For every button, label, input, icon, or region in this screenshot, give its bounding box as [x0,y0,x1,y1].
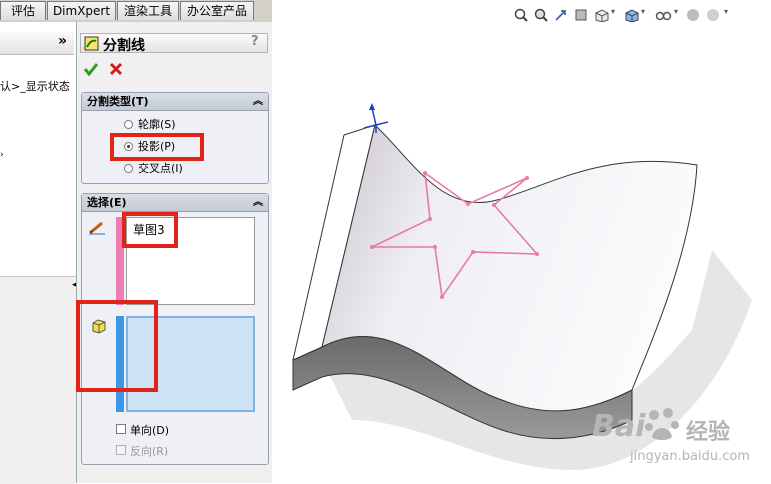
tree-expand-icon[interactable]: › [0,150,4,160]
radio-silhouette[interactable] [124,120,133,129]
collapse-chevron-icon[interactable]: ︽ [253,194,263,211]
property-manager: 分割线 ? 分割类型(T) ︽ 轮廓(S) 投影(P) 交叉点(I) 选择(E)… [76,22,274,483]
tab-office-products[interactable]: 办公室产品 [180,1,254,20]
sketch-pencil-icon [89,221,105,235]
annotation-box-sketch [122,212,178,248]
paw-logo-icon [645,408,679,440]
split-type-heading: 分割类型(T) ︽ [82,93,268,111]
close-x-icon[interactable] [109,62,123,76]
single-direction-checkbox[interactable] [116,424,126,434]
baidu-jingyan-watermark: Bai 经验 jingyan.baidu.com [590,405,770,483]
selection-heading: 选择(E) ︽ [82,194,268,212]
single-direction-label: 单向(D) [130,424,170,437]
graphics-viewport[interactable]: ▾ ▾ ▾ ▾ Bai 经验 jingyan.baidu.com [272,0,771,483]
radio-intersection[interactable] [124,164,133,173]
collapse-chevron-icon[interactable]: ︽ [253,93,263,110]
feature-tree-panel: » 认>_显示状态 › ◂ [0,22,77,484]
annotation-box-projection [110,133,204,161]
check-icon[interactable] [83,61,99,77]
radio-silhouette-label: 轮廓(S) [138,118,176,131]
feature-tree-lower-area [0,276,76,484]
reverse-direction-checkbox[interactable] [116,445,126,455]
watermark-url: jingyan.baidu.com [630,449,750,464]
page-title: 分割线 [103,38,145,54]
collapse-panel-button[interactable]: » [58,33,67,49]
help-button[interactable]: ? [251,34,259,49]
tab-evaluate[interactable]: 评估 [0,1,46,20]
watermark-suffix: 经验 [686,420,731,445]
split-line-icon [84,36,99,51]
command-manager-tabs: 评估 DimXpert 渲染工具 办公室产品 [0,0,278,22]
tab-dimxpert[interactable]: DimXpert [47,1,116,20]
tab-render-tools[interactable]: 渲染工具 [117,1,179,20]
reverse-direction-label: 反向(R) [130,445,169,458]
feature-tree-header: » [0,32,74,55]
radio-intersection-label: 交叉点(I) [138,162,183,175]
annotation-box-faces [76,300,158,392]
watermark-brand: Bai [592,409,646,444]
property-manager-title-bar: 分割线 ? [80,33,268,54]
tree-item-display-state[interactable]: 认>_显示状态 [0,78,70,94]
